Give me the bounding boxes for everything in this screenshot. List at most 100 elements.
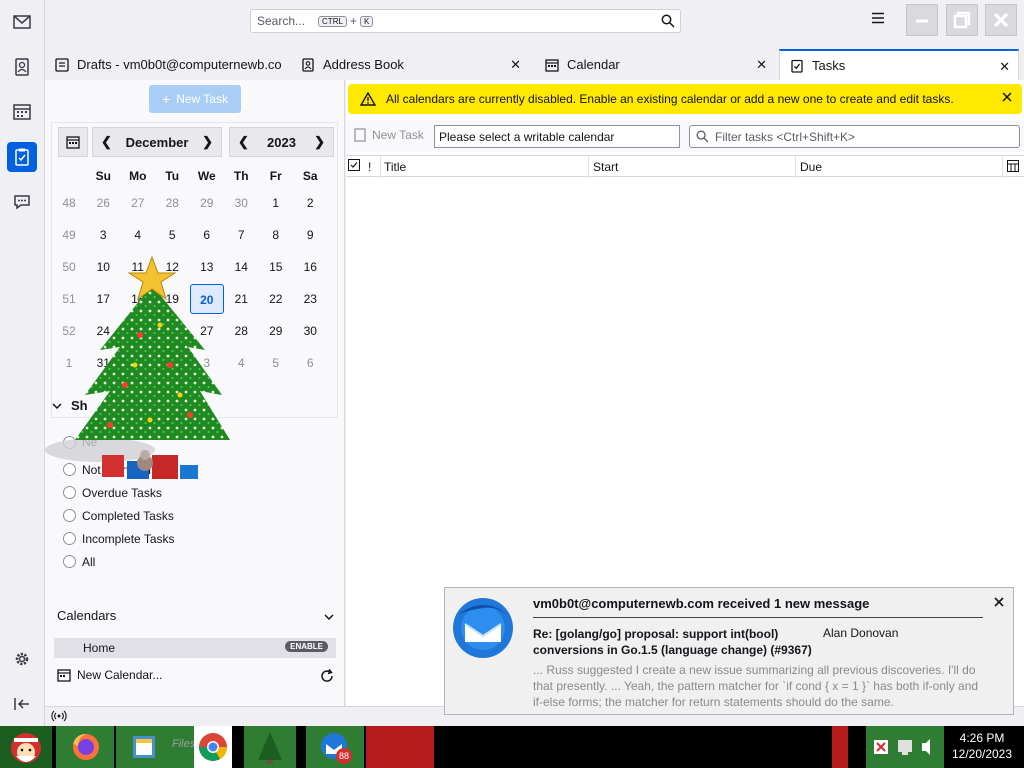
day-cell[interactable]: 26 xyxy=(86,196,121,210)
tab-address-book[interactable]: Address Book ✕ xyxy=(291,49,529,80)
close-tab-icon[interactable]: ✕ xyxy=(510,57,521,73)
year-label[interactable]: 2023 xyxy=(267,135,296,150)
minimize-button[interactable] xyxy=(906,4,938,36)
plus-icon: + xyxy=(162,91,171,107)
filter-radio[interactable] xyxy=(63,532,76,545)
next-month-button[interactable]: ❯ xyxy=(202,134,213,150)
warning-icon xyxy=(360,92,376,106)
settings-button[interactable] xyxy=(7,644,37,674)
day-cell[interactable]: 3 xyxy=(86,228,121,242)
week-number: 48 xyxy=(62,196,76,210)
filter-tasks-input[interactable]: Filter tasks <Ctrl+Shift+K> xyxy=(689,125,1020,148)
taskbar-firefox[interactable] xyxy=(56,726,114,768)
mail-space-button[interactable] xyxy=(7,7,37,37)
next-year-button[interactable]: ❯ xyxy=(314,134,325,150)
new-task-quick-button[interactable]: New Task xyxy=(354,128,424,142)
chat-space-button[interactable] xyxy=(7,187,37,217)
column-separator[interactable] xyxy=(1002,156,1003,177)
tasks-space-button[interactable] xyxy=(7,142,37,172)
day-cell[interactable]: 7 xyxy=(224,228,259,242)
checkbox-icon xyxy=(348,159,360,171)
day-cell[interactable]: 6 xyxy=(190,228,225,242)
month-label[interactable]: December xyxy=(126,135,189,150)
calendar-select-field[interactable]: Please select a writable calendar xyxy=(434,125,680,148)
close-tab-icon[interactable]: ✕ xyxy=(756,57,767,73)
day-cell[interactable]: 8 xyxy=(259,228,294,242)
go-to-today-button[interactable] xyxy=(58,127,88,157)
day-cell[interactable]: 30 xyxy=(224,196,259,210)
new-calendar-button[interactable]: New Calendar... xyxy=(57,668,335,682)
search-icon[interactable] xyxy=(661,14,675,31)
global-search-input[interactable]: Search... CTRL + K xyxy=(250,9,681,33)
week-row: 48 26 27 28 29 30 1 2 xyxy=(52,187,339,219)
clock-date: 12/20/2023 xyxy=(951,747,1013,761)
day-cell[interactable]: 5 xyxy=(155,228,190,242)
completed-column-header[interactable] xyxy=(348,159,360,174)
filter-radio[interactable] xyxy=(63,555,76,568)
thunderbird-window: Search... CTRL + K Drafts - vm0b0t@compu… xyxy=(0,0,1024,768)
filter-radio[interactable] xyxy=(63,509,76,522)
thunderbird-logo-icon xyxy=(449,594,517,662)
tray-icons[interactable] xyxy=(866,726,944,768)
dismiss-notification-icon[interactable] xyxy=(1000,90,1014,107)
day-cell[interactable]: 30 xyxy=(293,324,328,338)
new-mail-popup[interactable]: vm0b0t@computernewb.com received 1 new m… xyxy=(444,587,1014,715)
month-selector: ❮ December ❯ xyxy=(92,127,222,157)
close-window-button[interactable] xyxy=(985,4,1017,36)
tab-drafts[interactable]: Drafts - vm0b0t@computernewb.com xyxy=(45,49,282,80)
calendar-space-button[interactable] xyxy=(7,97,37,127)
start-button[interactable] xyxy=(0,726,52,768)
close-tab-icon[interactable]: ✕ xyxy=(999,59,1010,75)
day-cell[interactable]: 9 xyxy=(293,228,328,242)
calendar-list-item[interactable]: Home ENABLE xyxy=(54,638,336,658)
taskbar-chrome[interactable] xyxy=(194,726,232,768)
day-cell[interactable]: 4 xyxy=(121,228,156,242)
previous-year-button[interactable]: ❮ xyxy=(238,134,249,150)
day-cell[interactable]: 6 xyxy=(293,356,328,370)
column-separator[interactable] xyxy=(588,156,589,177)
popup-subject[interactable]: Re: [golang/go] proposal: support int(bo… xyxy=(533,626,813,658)
priority-column-header[interactable]: ! xyxy=(368,160,371,174)
previous-month-button[interactable]: ❮ xyxy=(101,134,112,150)
new-task-button[interactable]: + New Task xyxy=(149,85,241,113)
restore-button[interactable] xyxy=(946,4,978,36)
taskbar-thunderbird[interactable]: 88 xyxy=(306,726,364,768)
collapse-spaces-button[interactable] xyxy=(7,689,37,719)
column-picker-icon[interactable] xyxy=(1007,160,1019,175)
tree-icon xyxy=(258,732,282,764)
day-cell[interactable]: 16 xyxy=(293,260,328,274)
tab-tasks[interactable]: Tasks ✕ xyxy=(779,49,1019,80)
tab-calendar[interactable]: Calendar ✕ xyxy=(535,49,775,80)
taskbar-clock[interactable]: 4:26 PM 12/20/2023 xyxy=(944,730,1020,762)
address-book-space-button[interactable] xyxy=(7,52,37,82)
day-cell[interactable]: 1 xyxy=(259,196,294,210)
column-separator[interactable] xyxy=(380,156,381,177)
firefox-icon xyxy=(73,734,99,760)
online-status-icon[interactable] xyxy=(51,710,67,725)
day-cell[interactable]: 27 xyxy=(121,196,156,210)
show-hidden-icons-button[interactable] xyxy=(832,726,848,768)
title-column-header[interactable]: Title xyxy=(384,160,406,174)
collapse-icon xyxy=(14,698,29,710)
filter-incomplete[interactable]: Incomplete Tasks xyxy=(63,527,177,550)
enable-calendar-button[interactable]: ENABLE xyxy=(285,641,328,652)
day-cell[interactable]: 2 xyxy=(293,196,328,210)
app-menu-button[interactable] xyxy=(871,12,885,27)
filter-completed[interactable]: Completed Tasks xyxy=(63,504,177,527)
taskbar-item[interactable] xyxy=(366,726,434,768)
taskbar-tree-app[interactable] xyxy=(244,726,296,768)
calendars-section-header[interactable]: Calendars xyxy=(57,608,335,623)
due-column-header[interactable]: Due xyxy=(800,160,822,174)
close-popup-icon[interactable] xyxy=(993,596,1005,611)
day-cell[interactable]: 29 xyxy=(190,196,225,210)
restore-icon xyxy=(953,11,971,29)
refresh-icon[interactable] xyxy=(319,668,335,687)
spaces-toolbar xyxy=(0,0,45,726)
column-separator[interactable] xyxy=(795,156,796,177)
thunderbird-icon xyxy=(321,733,347,759)
day-cell[interactable]: 28 xyxy=(155,196,190,210)
calendars-disabled-notification: All calendars are currently disabled. En… xyxy=(348,84,1022,114)
start-column-header[interactable]: Start xyxy=(593,160,618,174)
filter-all[interactable]: All xyxy=(63,550,177,573)
day-cell[interactable]: 23 xyxy=(293,292,328,306)
